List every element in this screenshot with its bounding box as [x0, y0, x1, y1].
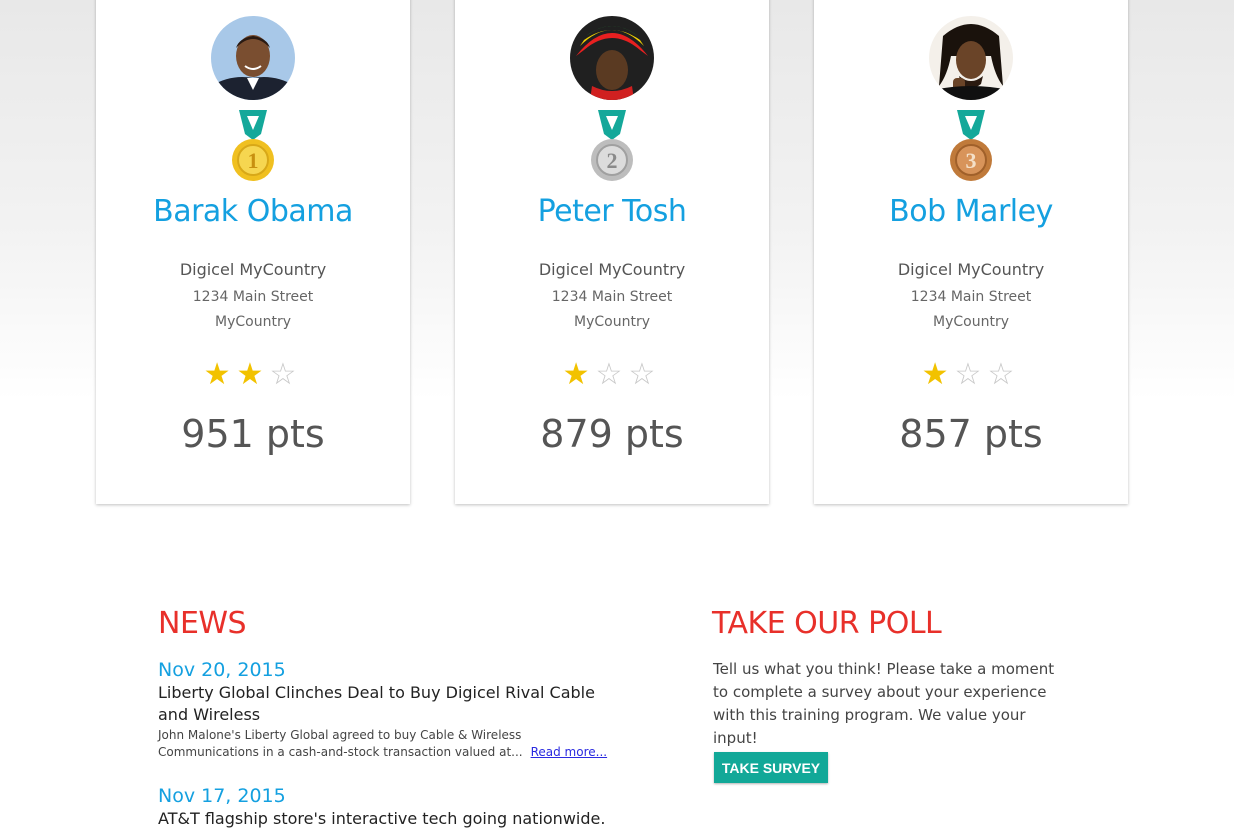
star-filled-icon: ★	[562, 357, 596, 392]
leader-company: Digicel MyCountry	[179, 260, 327, 279]
star-filled-icon: ★	[236, 357, 270, 392]
star-empty-icon: ☆	[987, 357, 1021, 392]
news-excerpt: John Malone's Liberty Global agreed to b…	[158, 727, 616, 761]
star-empty-icon: ☆	[954, 357, 988, 392]
gold-medal-icon: 1	[231, 110, 275, 184]
news-item: Nov 17, 2015 AT&T flagship store's inter…	[158, 784, 628, 830]
leader-street: 1234 Main Street	[192, 289, 314, 305]
bronze-medal-icon: 3	[949, 110, 993, 184]
leader-name: Barak Obama	[153, 194, 353, 229]
star-filled-icon: ★	[203, 357, 237, 392]
avatar	[929, 16, 1013, 100]
star-filled-icon: ★	[921, 357, 955, 392]
star-rating: ★★☆	[96, 358, 410, 392]
star-empty-icon: ☆	[269, 357, 303, 392]
news-excerpt-text: John Malone's Liberty Global agreed to b…	[158, 728, 523, 759]
star-empty-icon: ☆	[595, 357, 629, 392]
avatar	[211, 16, 295, 100]
leader-points: 857 pts	[899, 412, 1043, 456]
news-date: Nov 17, 2015	[158, 785, 286, 807]
news-headline: Liberty Global Clinches Deal to Buy Digi…	[158, 683, 595, 724]
leader-card-3: 3 Bob Marley Digicel MyCountry 1234 Main…	[814, 0, 1128, 504]
medal-rank-label: 1	[248, 148, 259, 173]
take-survey-button[interactable]: TAKE SURVEY	[714, 752, 828, 783]
news-date: Nov 20, 2015	[158, 659, 286, 681]
leader-street: 1234 Main Street	[910, 289, 1032, 305]
leaderboard: 1 Barak Obama Digicel MyCountry 1234 Mai…	[0, 0, 1234, 510]
leader-points: 951 pts	[181, 412, 325, 456]
leader-name: Peter Tosh	[537, 194, 687, 229]
news-headline: AT&T flagship store's interactive tech g…	[158, 809, 606, 828]
poll-description: Tell us what you think! Please take a mo…	[713, 660, 1055, 747]
leader-country: MyCountry	[933, 314, 1009, 330]
news-item: Nov 20, 2015 Liberty Global Clinches Dea…	[158, 658, 628, 761]
star-empty-icon: ☆	[628, 357, 662, 392]
leader-points: 879 pts	[540, 412, 684, 456]
leader-company: Digicel MyCountry	[538, 260, 686, 279]
read-more-link[interactable]: Read more...	[531, 745, 608, 759]
medal-rank-label: 2	[607, 148, 618, 173]
leader-card-1: 1 Barak Obama Digicel MyCountry 1234 Mai…	[96, 0, 410, 504]
leader-country: MyCountry	[574, 314, 650, 330]
poll-heading: TAKE OUR POLL	[712, 606, 942, 641]
leader-street: 1234 Main Street	[551, 289, 673, 305]
leader-country: MyCountry	[215, 314, 291, 330]
avatar	[570, 16, 654, 100]
leader-company: Digicel MyCountry	[897, 260, 1045, 279]
medal-rank-label: 3	[966, 148, 977, 173]
silver-medal-icon: 2	[590, 110, 634, 184]
star-rating: ★☆☆	[814, 358, 1128, 392]
leader-name: Bob Marley	[889, 194, 1053, 229]
star-rating: ★☆☆	[455, 358, 769, 392]
news-heading: NEWS	[158, 606, 247, 641]
leader-card-2: 2 Peter Tosh Digicel MyCountry 1234 Main…	[455, 0, 769, 504]
